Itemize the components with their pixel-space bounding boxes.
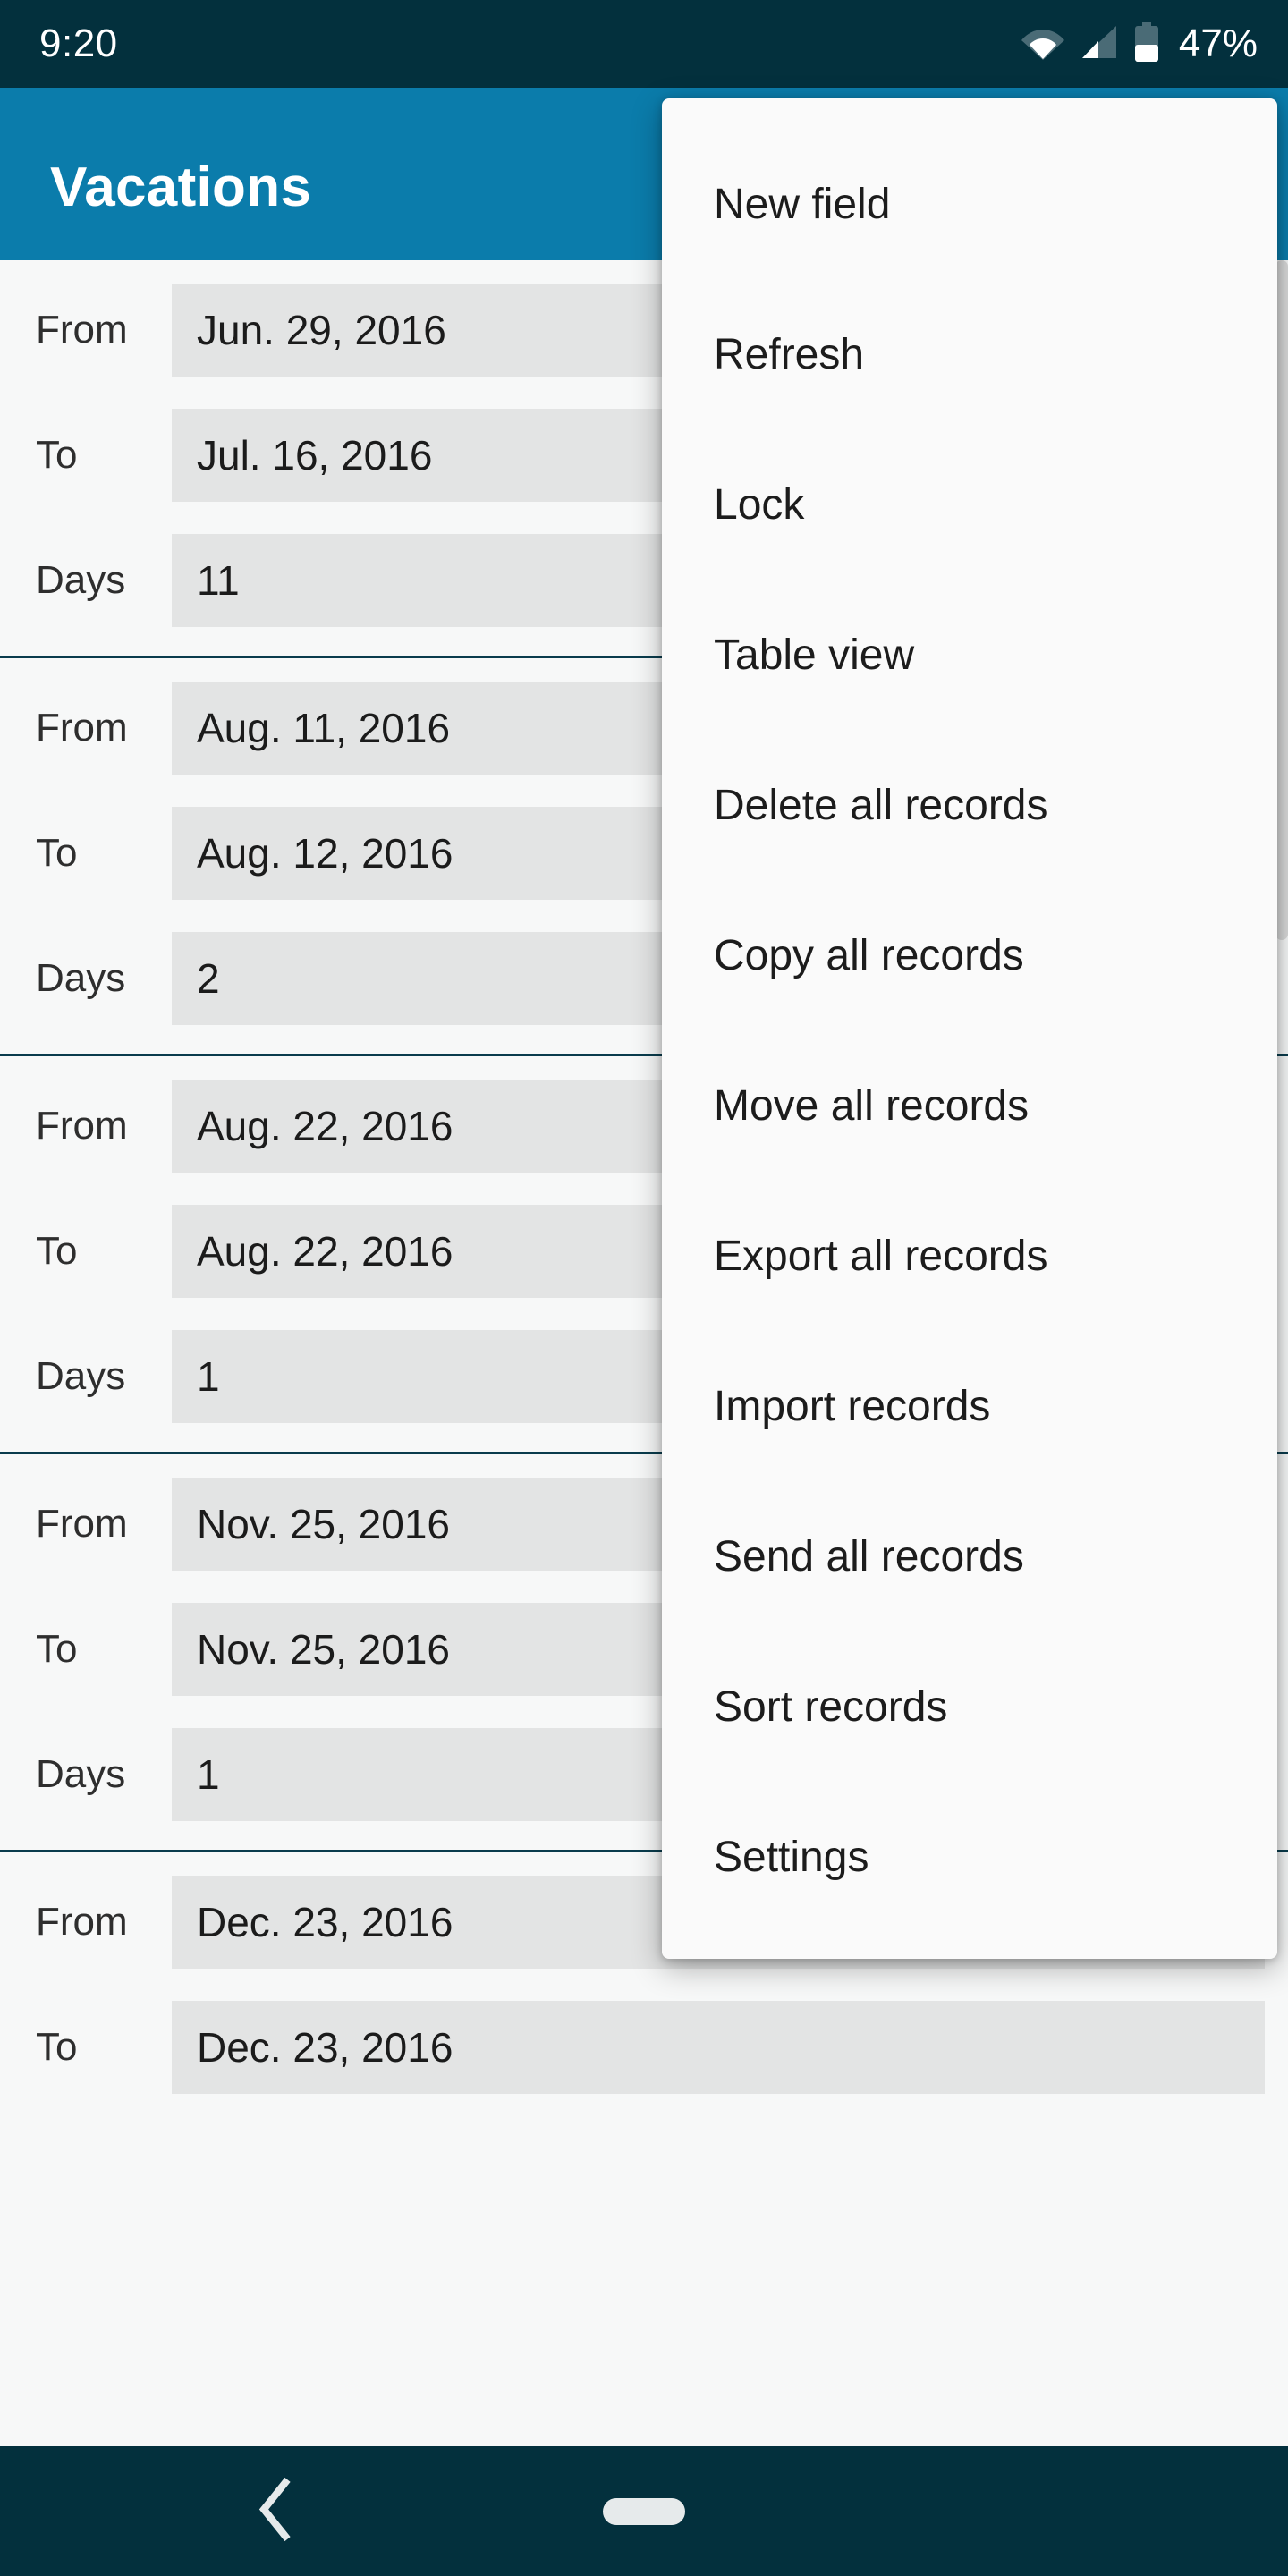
field-label: From [36,706,128,750]
status-bar: 9:20 47% [0,0,1288,88]
field-label: From [36,1104,128,1148]
field-label: Days [36,1752,126,1796]
status-clock: 9:20 [39,21,118,65]
field-label: To [36,831,78,875]
field-label: From [36,1502,128,1546]
app-screen: 9:20 47% Vacations From Jun. 29, 2016 To… [0,0,1288,2576]
menu-item-send-all-records[interactable]: Send all records [662,1481,1277,1631]
menu-item-move-all-records[interactable]: Move all records [662,1030,1277,1181]
field-label: To [36,2025,78,2069]
battery-percentage-label: 47% [1178,21,1258,65]
field-label: Days [36,558,126,602]
scrollbar-track[interactable] [1275,260,1288,2446]
field-label: Days [36,1354,126,1398]
back-chevron-icon[interactable] [255,2477,296,2546]
field-label: Days [36,956,126,1000]
home-pill-icon[interactable] [603,2497,685,2525]
menu-item-sort-records[interactable]: Sort records [662,1631,1277,1782]
cellular-signal-icon [1079,24,1118,64]
status-indicators: 47% [1021,21,1258,66]
page-title: Vacations [50,157,312,218]
menu-item-delete-all-records[interactable]: Delete all records [662,730,1277,880]
wifi-icon [1021,24,1064,64]
menu-item-table-view[interactable]: Table view [662,580,1277,730]
menu-item-lock[interactable]: Lock [662,429,1277,580]
menu-item-refresh[interactable]: Refresh [662,279,1277,429]
system-navigation-bar [0,2446,1288,2576]
field-label: To [36,1229,78,1273]
field-label: To [36,433,78,477]
field-row[interactable]: To Dec. 23, 2016 [0,2001,1288,2094]
menu-item-settings[interactable]: Settings [662,1782,1277,1932]
field-label: From [36,308,128,352]
field-label: To [36,1627,78,1671]
overflow-popup-menu[interactable]: New field Refresh Lock Table view Delete all… [662,98,1277,1959]
menu-item-import-records[interactable]: Import records [662,1331,1277,1481]
menu-item-new-field[interactable]: New field [662,129,1277,279]
field-label: From [36,1900,128,1944]
field-value[interactable]: Dec. 23, 2016 [172,2001,1265,2094]
menu-item-copy-all-records[interactable]: Copy all records [662,880,1277,1030]
scrollbar-thumb[interactable] [1275,260,1288,940]
battery-icon [1132,21,1161,66]
menu-item-export-all-records[interactable]: Export all records [662,1181,1277,1331]
